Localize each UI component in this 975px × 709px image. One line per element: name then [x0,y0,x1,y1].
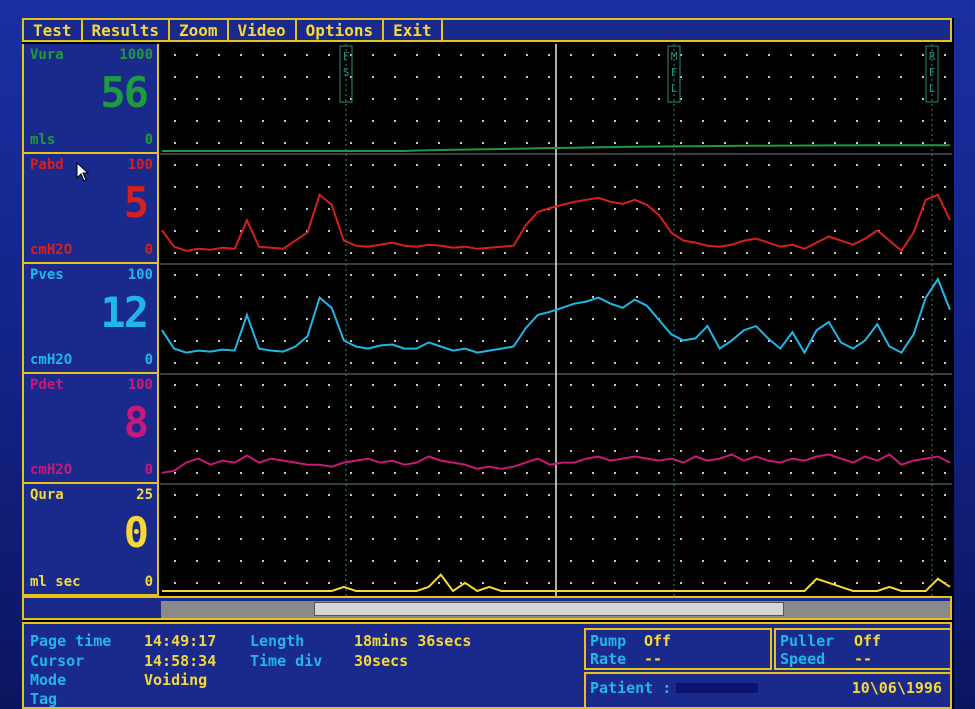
channel-name: Vura [30,47,64,63]
tag-label: Tag [30,690,58,708]
cursor-value: 14:58:34 [144,652,217,670]
channel-min: 0 [144,352,153,368]
channel-qura: Qura 25 0 ml sec 0 [22,484,159,596]
menu-exit[interactable]: Exit [384,20,443,40]
channel-name: Qura [30,487,64,503]
mode-value: Voiding [144,671,208,689]
channel-pabd: Pabd 100 5 cmH2O 0 [22,154,159,264]
channel-value: 8 [123,398,149,447]
mode-label: Mode [30,671,67,689]
grid-dots [174,54,946,584]
event-marker-label: L [929,82,936,95]
rate-value: -- [644,650,663,668]
puller-label: Puller [780,632,835,650]
speed-value: -- [854,650,873,668]
pump-value[interactable]: Off [644,632,671,650]
channel-min: 0 [144,242,153,258]
channel-value: 5 [123,178,149,227]
event-marker-label: F [671,66,678,79]
menu-test[interactable]: Test [24,20,83,40]
event-marker-label: F [929,66,936,79]
page-time-value: 14:49:17 [144,632,217,650]
event-marker-label: F [343,50,350,63]
horizontal-scrollbar[interactable] [161,601,950,618]
date-value: 10\06\1996 [851,679,942,697]
puller-box: Puller Off Speed -- [774,628,952,670]
channel-value: 0 [123,508,149,557]
page-time-label: Page time [30,632,112,650]
channel-min: 0 [144,132,153,148]
channel-unit: mls [30,132,56,148]
channel-name: Pves [30,267,64,283]
menu-results[interactable]: Results [83,20,170,40]
channel-unit: cmH2O [30,462,73,478]
channel-max: 100 [127,377,153,393]
channel-max: 100 [127,157,153,173]
length-label: Length [250,632,305,650]
patient-box: Patient : 10\06\1996 [584,672,952,709]
channel-pdet: Pdet 100 8 cmH2O 0 [22,374,159,484]
trace-plot-area[interactable]: FSMFLRFL [160,44,952,596]
channel-unit: ml sec [30,574,81,590]
channel-pves: Pves 100 12 cmH2O 0 [22,264,159,374]
channel-panel: Vura 1000 56 mls 0 Pabd 100 5 cmH2O 0 Pv… [22,44,159,596]
channel-max: 1000 [119,47,153,63]
patient-field[interactable] [676,683,758,693]
trace-chart: FSMFLRFL [160,44,952,596]
event-marker-label: R [929,50,936,63]
time-div-label: Time div [250,652,323,670]
event-marker-label: M [671,50,678,63]
channel-max: 100 [127,267,153,283]
mouse-pointer-icon [76,162,90,182]
channel-name: Pabd [30,157,64,173]
channel-unit: cmH2O [30,352,73,368]
menu-zoom[interactable]: Zoom [170,20,229,40]
patient-label: Patient : [590,679,672,697]
cursor-label: Cursor [30,652,85,670]
pump-label: Pump [590,632,627,650]
status-panel: Page time 14:49:17 Length 18mins 36secs … [22,622,952,709]
channel-vura: Vura 1000 56 mls 0 [22,44,159,154]
channel-name: Pdet [30,377,64,393]
menu-spacer [443,20,950,40]
scroll-row [22,596,952,620]
menu-bar: Test Results Zoom Video Options Exit [22,18,952,42]
puller-value[interactable]: Off [854,632,881,650]
channel-min: 0 [144,574,153,590]
channel-value: 12 [100,288,149,337]
channel-value: 56 [100,68,149,117]
event-marker-label: L [671,82,678,95]
channel-min: 0 [144,462,153,478]
time-div-value: 30secs [354,652,409,670]
menu-options[interactable]: Options [297,20,385,40]
channel-unit: cmH2O [30,242,73,258]
scrollbar-thumb[interactable] [314,602,784,616]
event-marker-label: S [343,66,350,79]
pump-box: Pump Off Rate -- [584,628,772,670]
rate-label: Rate [590,650,627,668]
menu-video[interactable]: Video [229,20,297,40]
length-value: 18mins 36secs [354,632,472,650]
speed-label: Speed [780,650,826,668]
channel-max: 25 [136,487,153,503]
